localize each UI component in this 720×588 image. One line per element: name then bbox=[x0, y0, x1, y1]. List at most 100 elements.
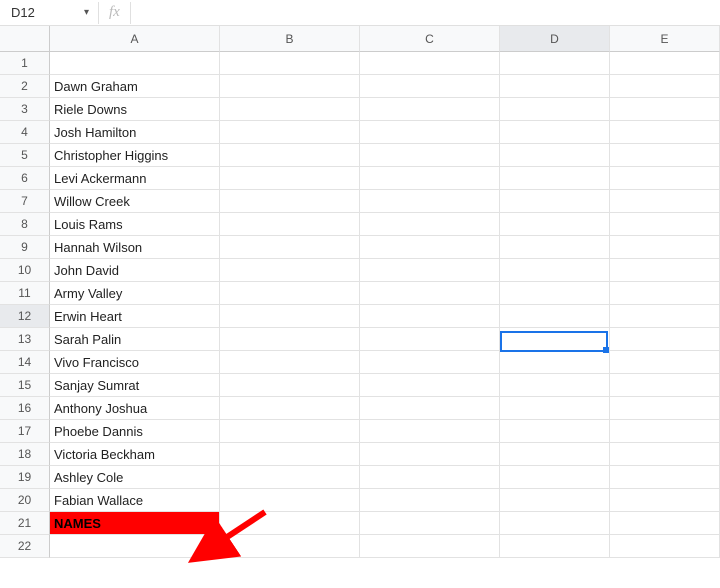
cell-C2[interactable] bbox=[360, 75, 500, 98]
cell-B3[interactable] bbox=[220, 98, 360, 121]
cell-C9[interactable] bbox=[360, 236, 500, 259]
cell-A14[interactable]: Vivo Francisco bbox=[50, 351, 220, 374]
formula-input[interactable] bbox=[130, 2, 720, 24]
cell-B18[interactable] bbox=[220, 443, 360, 466]
column-header-D[interactable]: D bbox=[500, 26, 610, 52]
cell-B8[interactable] bbox=[220, 213, 360, 236]
cell-E21[interactable] bbox=[610, 512, 720, 535]
cell-C16[interactable] bbox=[360, 397, 500, 420]
cell-C5[interactable] bbox=[360, 144, 500, 167]
cell-E3[interactable] bbox=[610, 98, 720, 121]
column-header-B[interactable]: B bbox=[220, 26, 360, 52]
cell-D9[interactable] bbox=[500, 236, 610, 259]
column-header-C[interactable]: C bbox=[360, 26, 500, 52]
cell-D13[interactable] bbox=[500, 328, 610, 351]
cell-B1[interactable] bbox=[220, 52, 360, 75]
cell-B21[interactable] bbox=[220, 512, 360, 535]
row-header-9[interactable]: 9 bbox=[0, 236, 50, 259]
column-header-A[interactable]: A bbox=[50, 26, 220, 52]
cell-E17[interactable] bbox=[610, 420, 720, 443]
row-header-12[interactable]: 12 bbox=[0, 305, 50, 328]
cell-E22[interactable] bbox=[610, 535, 720, 558]
cell-A18[interactable]: Victoria Beckham bbox=[50, 443, 220, 466]
cell-E4[interactable] bbox=[610, 121, 720, 144]
cell-C6[interactable] bbox=[360, 167, 500, 190]
cell-D7[interactable] bbox=[500, 190, 610, 213]
cell-D21[interactable] bbox=[500, 512, 610, 535]
cell-B16[interactable] bbox=[220, 397, 360, 420]
cell-A15[interactable]: Sanjay Sumrat bbox=[50, 374, 220, 397]
cell-D3[interactable] bbox=[500, 98, 610, 121]
cell-A16[interactable]: Anthony Joshua bbox=[50, 397, 220, 420]
cell-B22[interactable] bbox=[220, 535, 360, 558]
cell-A4[interactable]: Josh Hamilton bbox=[50, 121, 220, 144]
cell-E9[interactable] bbox=[610, 236, 720, 259]
cell-D19[interactable] bbox=[500, 466, 610, 489]
cell-B4[interactable] bbox=[220, 121, 360, 144]
row-header-8[interactable]: 8 bbox=[0, 213, 50, 236]
cell-C3[interactable] bbox=[360, 98, 500, 121]
cell-E16[interactable] bbox=[610, 397, 720, 420]
cell-E13[interactable] bbox=[610, 328, 720, 351]
cell-D1[interactable] bbox=[500, 52, 610, 75]
cell-B6[interactable] bbox=[220, 167, 360, 190]
cell-C17[interactable] bbox=[360, 420, 500, 443]
cell-E19[interactable] bbox=[610, 466, 720, 489]
cell-E2[interactable] bbox=[610, 75, 720, 98]
row-header-4[interactable]: 4 bbox=[0, 121, 50, 144]
cell-C15[interactable] bbox=[360, 374, 500, 397]
cell-E6[interactable] bbox=[610, 167, 720, 190]
row-header-3[interactable]: 3 bbox=[0, 98, 50, 121]
cell-A13[interactable]: Sarah Palin bbox=[50, 328, 220, 351]
cell-B12[interactable] bbox=[220, 305, 360, 328]
cell-C20[interactable] bbox=[360, 489, 500, 512]
cell-A12[interactable]: Erwin Heart bbox=[50, 305, 220, 328]
cell-A3[interactable]: Riele Downs bbox=[50, 98, 220, 121]
cell-A7[interactable]: Willow Creek bbox=[50, 190, 220, 213]
cell-D6[interactable] bbox=[500, 167, 610, 190]
row-header-15[interactable]: 15 bbox=[0, 374, 50, 397]
cell-A1[interactable] bbox=[50, 52, 220, 75]
cell-D2[interactable] bbox=[500, 75, 610, 98]
row-header-1[interactable]: 1 bbox=[0, 52, 50, 75]
cell-D8[interactable] bbox=[500, 213, 610, 236]
cell-D16[interactable] bbox=[500, 397, 610, 420]
cell-E7[interactable] bbox=[610, 190, 720, 213]
cell-E5[interactable] bbox=[610, 144, 720, 167]
cell-E11[interactable] bbox=[610, 282, 720, 305]
cell-D14[interactable] bbox=[500, 351, 610, 374]
cell-D5[interactable] bbox=[500, 144, 610, 167]
cell-C14[interactable] bbox=[360, 351, 500, 374]
cell-B13[interactable] bbox=[220, 328, 360, 351]
cell-E8[interactable] bbox=[610, 213, 720, 236]
cell-A9[interactable]: Hannah Wilson bbox=[50, 236, 220, 259]
cell-A22[interactable] bbox=[50, 535, 220, 558]
cell-A11[interactable]: Army Valley bbox=[50, 282, 220, 305]
cell-A2[interactable]: Dawn Graham bbox=[50, 75, 220, 98]
row-header-20[interactable]: 20 bbox=[0, 489, 50, 512]
cell-C8[interactable] bbox=[360, 213, 500, 236]
cell-A21[interactable]: NAMES bbox=[50, 512, 220, 535]
cell-B15[interactable] bbox=[220, 374, 360, 397]
row-header-7[interactable]: 7 bbox=[0, 190, 50, 213]
cell-C1[interactable] bbox=[360, 52, 500, 75]
cell-E20[interactable] bbox=[610, 489, 720, 512]
cell-A5[interactable]: Christopher Higgins bbox=[50, 144, 220, 167]
select-all-corner[interactable] bbox=[0, 26, 50, 52]
cell-E18[interactable] bbox=[610, 443, 720, 466]
cell-B10[interactable] bbox=[220, 259, 360, 282]
cell-E15[interactable] bbox=[610, 374, 720, 397]
row-header-22[interactable]: 22 bbox=[0, 535, 50, 558]
cell-A10[interactable]: John David bbox=[50, 259, 220, 282]
row-header-10[interactable]: 10 bbox=[0, 259, 50, 282]
row-header-2[interactable]: 2 bbox=[0, 75, 50, 98]
row-header-21[interactable]: 21 bbox=[0, 512, 50, 535]
row-header-18[interactable]: 18 bbox=[0, 443, 50, 466]
cell-E10[interactable] bbox=[610, 259, 720, 282]
spreadsheet-grid[interactable]: ABCDE12Dawn Graham3Riele Downs4Josh Hami… bbox=[0, 26, 720, 558]
row-header-14[interactable]: 14 bbox=[0, 351, 50, 374]
cell-C22[interactable] bbox=[360, 535, 500, 558]
cell-C7[interactable] bbox=[360, 190, 500, 213]
cell-D10[interactable] bbox=[500, 259, 610, 282]
cell-C13[interactable] bbox=[360, 328, 500, 351]
